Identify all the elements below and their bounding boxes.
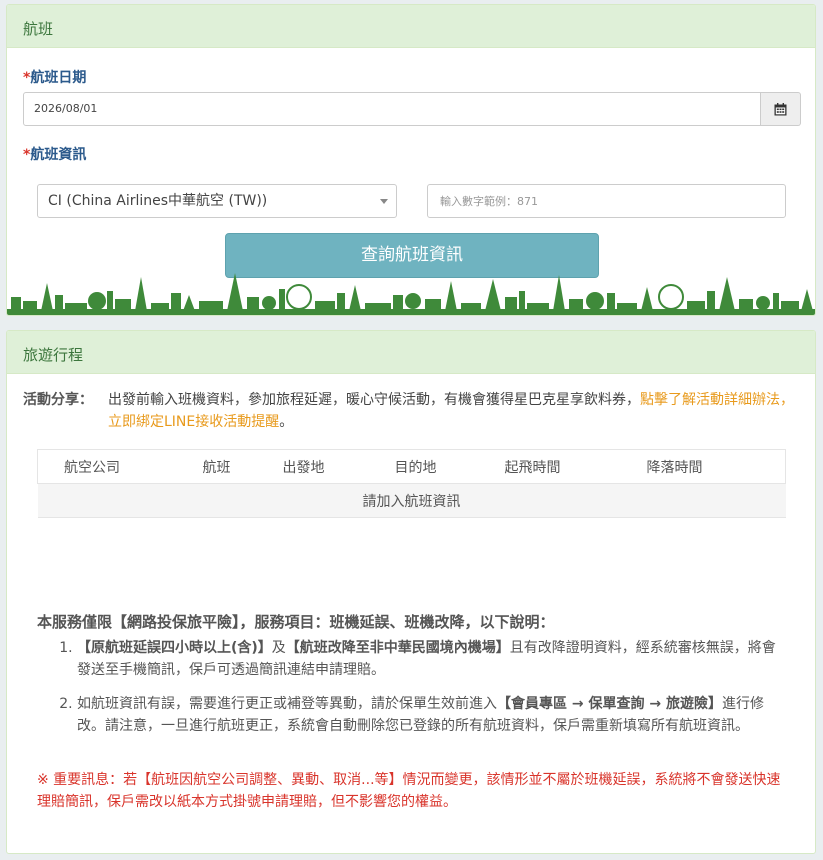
column-header: 目的地 <box>394 449 505 484</box>
notice-list: 【原航班延誤四小時以上(含)】及【航班改降至非中華民國境內機場】且有改降證明資料… <box>77 637 789 737</box>
flight-info-label: *航班資訊 <box>23 147 87 163</box>
service-notice: 本服務僅限【網路投保旅平險】，服務項目：班機延誤、班機改降，以下說明： 【原航班… <box>37 611 789 749</box>
calendar-icon <box>774 102 787 115</box>
trip-panel-heading: 旅遊行程 <box>7 331 815 374</box>
notice-title: 本服務僅限【網路投保旅平險】，服務項目：班機延誤、班機改降，以下說明： <box>37 613 555 631</box>
activity-share-label: 活動分享： <box>23 392 93 408</box>
column-header: 航空公司 <box>37 449 203 484</box>
query-flight-button[interactable]: 查詢航班資訊 <box>225 233 599 278</box>
list-item: 如航班資訊有誤，需要進行更正或補登等異動，請於保單生效前進入【會員專區 → 保單… <box>77 693 789 737</box>
important-warning: ※ 重要訊息：若【航班因航空公司調整、異動、取消...等】情況而變更，該情形並不… <box>37 772 781 810</box>
flight-table: 航空公司 航班 出發地 目的地 起飛時間 降落時間 請加入航班資訊 <box>37 449 786 518</box>
flight-date-group: 2026/08/01 <box>23 92 801 126</box>
flight-number-input[interactable] <box>427 184 786 218</box>
airline-select[interactable]: CI (China Airlines中華航空 (TW)) <box>37 184 397 218</box>
table-header-row: 航空公司 航班 出發地 目的地 起飛時間 降落時間 <box>37 449 786 484</box>
activity-detail-link[interactable]: 點擊了解活動詳細辦法， <box>640 392 794 408</box>
list-item: 【原航班延誤四小時以上(含)】及【航班改降至非中華民國境內機場】且有改降證明資料… <box>77 637 789 681</box>
flight-date-input[interactable]: 2026/08/01 <box>23 92 761 126</box>
column-header: 降落時間 <box>646 449 786 484</box>
flight-date-label: *航班日期 <box>23 70 87 86</box>
table-empty-message: 請加入航班資訊 <box>37 483 786 518</box>
caret-down-icon <box>380 199 388 204</box>
column-header: 起飛時間 <box>504 449 647 484</box>
trip-panel: 旅遊行程 活動分享： 出發前輸入班機資料，參加旅程延遲，暖心守候活動，有機會獲得… <box>6 330 816 854</box>
activity-share-text: 出發前輸入班機資料，參加旅程延遲，暖心守候活動，有機會獲得星巴克星享飲料券， <box>108 392 640 408</box>
activity-share: 活動分享： 出發前輸入班機資料，參加旅程延遲，暖心守候活動，有機會獲得星巴克星享… <box>23 389 803 433</box>
flight-panel: 航班 *航班日期 2026/08/01 *航班資訊 CI (China Airl… <box>6 4 816 316</box>
column-header: 航班 <box>202 449 283 484</box>
calendar-button[interactable] <box>761 92 801 126</box>
line-bind-link[interactable]: 立即綁定LINE接收活動提醒 <box>108 414 279 430</box>
city-skyline-icon <box>7 273 815 315</box>
column-header: 出發地 <box>282 449 395 484</box>
airline-selected-value: CI (China Airlines中華航空 (TW)) <box>48 193 268 209</box>
activity-share-end: 。 <box>279 414 294 430</box>
table-row: 請加入航班資訊 <box>37 483 786 518</box>
activity-share-body: 出發前輸入班機資料，參加旅程延遲，暖心守候活動，有機會獲得星巴克星享飲料券，點擊… <box>108 389 803 433</box>
flight-panel-heading: 航班 <box>7 5 815 48</box>
